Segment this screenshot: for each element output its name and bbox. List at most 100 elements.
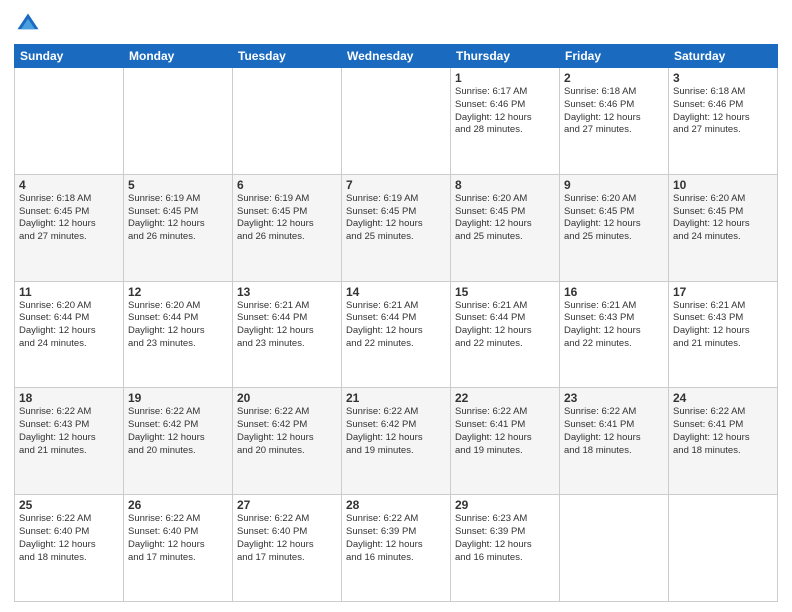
calendar-cell	[560, 495, 669, 602]
calendar-cell: 11Sunrise: 6:20 AM Sunset: 6:44 PM Dayli…	[15, 281, 124, 388]
calendar-cell: 1Sunrise: 6:17 AM Sunset: 6:46 PM Daylig…	[451, 68, 560, 175]
week-row-4: 18Sunrise: 6:22 AM Sunset: 6:43 PM Dayli…	[15, 388, 778, 495]
day-number: 21	[346, 391, 446, 405]
day-number: 4	[19, 178, 119, 192]
calendar-cell: 8Sunrise: 6:20 AM Sunset: 6:45 PM Daylig…	[451, 174, 560, 281]
day-number: 3	[673, 71, 773, 85]
week-row-2: 4Sunrise: 6:18 AM Sunset: 6:45 PM Daylig…	[15, 174, 778, 281]
day-detail: Sunrise: 6:20 AM Sunset: 6:45 PM Dayligh…	[564, 193, 664, 244]
day-detail: Sunrise: 6:22 AM Sunset: 6:40 PM Dayligh…	[237, 513, 337, 564]
calendar-cell: 19Sunrise: 6:22 AM Sunset: 6:42 PM Dayli…	[124, 388, 233, 495]
day-header-saturday: Saturday	[669, 45, 778, 68]
day-number: 20	[237, 391, 337, 405]
calendar-cell: 15Sunrise: 6:21 AM Sunset: 6:44 PM Dayli…	[451, 281, 560, 388]
day-detail: Sunrise: 6:22 AM Sunset: 6:40 PM Dayligh…	[19, 513, 119, 564]
day-number: 5	[128, 178, 228, 192]
calendar-cell: 5Sunrise: 6:19 AM Sunset: 6:45 PM Daylig…	[124, 174, 233, 281]
calendar-cell: 21Sunrise: 6:22 AM Sunset: 6:42 PM Dayli…	[342, 388, 451, 495]
calendar-cell: 23Sunrise: 6:22 AM Sunset: 6:41 PM Dayli…	[560, 388, 669, 495]
day-detail: Sunrise: 6:20 AM Sunset: 6:44 PM Dayligh…	[19, 300, 119, 351]
day-detail: Sunrise: 6:20 AM Sunset: 6:45 PM Dayligh…	[673, 193, 773, 244]
day-number: 23	[564, 391, 664, 405]
calendar-cell: 13Sunrise: 6:21 AM Sunset: 6:44 PM Dayli…	[233, 281, 342, 388]
day-number: 18	[19, 391, 119, 405]
day-number: 10	[673, 178, 773, 192]
day-detail: Sunrise: 6:22 AM Sunset: 6:40 PM Dayligh…	[128, 513, 228, 564]
day-detail: Sunrise: 6:22 AM Sunset: 6:42 PM Dayligh…	[346, 406, 446, 457]
day-header-wednesday: Wednesday	[342, 45, 451, 68]
calendar-cell: 6Sunrise: 6:19 AM Sunset: 6:45 PM Daylig…	[233, 174, 342, 281]
day-number: 19	[128, 391, 228, 405]
day-detail: Sunrise: 6:22 AM Sunset: 6:43 PM Dayligh…	[19, 406, 119, 457]
day-number: 8	[455, 178, 555, 192]
calendar-cell: 2Sunrise: 6:18 AM Sunset: 6:46 PM Daylig…	[560, 68, 669, 175]
calendar-cell: 24Sunrise: 6:22 AM Sunset: 6:41 PM Dayli…	[669, 388, 778, 495]
calendar-cell: 18Sunrise: 6:22 AM Sunset: 6:43 PM Dayli…	[15, 388, 124, 495]
calendar-header: SundayMondayTuesdayWednesdayThursdayFrid…	[15, 45, 778, 68]
day-header-sunday: Sunday	[15, 45, 124, 68]
header-row: SundayMondayTuesdayWednesdayThursdayFrid…	[15, 45, 778, 68]
day-number: 1	[455, 71, 555, 85]
day-detail: Sunrise: 6:18 AM Sunset: 6:46 PM Dayligh…	[673, 86, 773, 137]
week-row-3: 11Sunrise: 6:20 AM Sunset: 6:44 PM Dayli…	[15, 281, 778, 388]
day-number: 26	[128, 498, 228, 512]
day-detail: Sunrise: 6:19 AM Sunset: 6:45 PM Dayligh…	[237, 193, 337, 244]
calendar-cell: 14Sunrise: 6:21 AM Sunset: 6:44 PM Dayli…	[342, 281, 451, 388]
day-detail: Sunrise: 6:21 AM Sunset: 6:44 PM Dayligh…	[455, 300, 555, 351]
day-number: 11	[19, 285, 119, 299]
day-number: 14	[346, 285, 446, 299]
day-detail: Sunrise: 6:19 AM Sunset: 6:45 PM Dayligh…	[346, 193, 446, 244]
day-header-monday: Monday	[124, 45, 233, 68]
calendar-table: SundayMondayTuesdayWednesdayThursdayFrid…	[14, 44, 778, 602]
calendar-cell: 22Sunrise: 6:22 AM Sunset: 6:41 PM Dayli…	[451, 388, 560, 495]
calendar-cell	[124, 68, 233, 175]
calendar-cell: 29Sunrise: 6:23 AM Sunset: 6:39 PM Dayli…	[451, 495, 560, 602]
calendar-cell: 25Sunrise: 6:22 AM Sunset: 6:40 PM Dayli…	[15, 495, 124, 602]
day-detail: Sunrise: 6:21 AM Sunset: 6:43 PM Dayligh…	[673, 300, 773, 351]
day-header-thursday: Thursday	[451, 45, 560, 68]
day-number: 22	[455, 391, 555, 405]
day-detail: Sunrise: 6:17 AM Sunset: 6:46 PM Dayligh…	[455, 86, 555, 137]
day-number: 16	[564, 285, 664, 299]
day-detail: Sunrise: 6:22 AM Sunset: 6:42 PM Dayligh…	[237, 406, 337, 457]
calendar-cell: 4Sunrise: 6:18 AM Sunset: 6:45 PM Daylig…	[15, 174, 124, 281]
logo	[14, 10, 46, 38]
day-number: 28	[346, 498, 446, 512]
day-number: 2	[564, 71, 664, 85]
day-number: 25	[19, 498, 119, 512]
day-detail: Sunrise: 6:20 AM Sunset: 6:45 PM Dayligh…	[455, 193, 555, 244]
day-number: 27	[237, 498, 337, 512]
calendar-cell	[233, 68, 342, 175]
day-number: 15	[455, 285, 555, 299]
week-row-5: 25Sunrise: 6:22 AM Sunset: 6:40 PM Dayli…	[15, 495, 778, 602]
day-detail: Sunrise: 6:21 AM Sunset: 6:44 PM Dayligh…	[237, 300, 337, 351]
day-number: 24	[673, 391, 773, 405]
calendar-cell: 20Sunrise: 6:22 AM Sunset: 6:42 PM Dayli…	[233, 388, 342, 495]
header	[14, 10, 778, 38]
day-number: 13	[237, 285, 337, 299]
calendar-body: 1Sunrise: 6:17 AM Sunset: 6:46 PM Daylig…	[15, 68, 778, 602]
day-header-tuesday: Tuesday	[233, 45, 342, 68]
day-number: 6	[237, 178, 337, 192]
calendar-cell: 28Sunrise: 6:22 AM Sunset: 6:39 PM Dayli…	[342, 495, 451, 602]
day-detail: Sunrise: 6:22 AM Sunset: 6:41 PM Dayligh…	[455, 406, 555, 457]
day-detail: Sunrise: 6:22 AM Sunset: 6:39 PM Dayligh…	[346, 513, 446, 564]
day-detail: Sunrise: 6:22 AM Sunset: 6:41 PM Dayligh…	[564, 406, 664, 457]
calendar-cell: 10Sunrise: 6:20 AM Sunset: 6:45 PM Dayli…	[669, 174, 778, 281]
day-number: 17	[673, 285, 773, 299]
logo-icon	[14, 10, 42, 38]
day-number: 29	[455, 498, 555, 512]
day-detail: Sunrise: 6:22 AM Sunset: 6:42 PM Dayligh…	[128, 406, 228, 457]
calendar-cell: 27Sunrise: 6:22 AM Sunset: 6:40 PM Dayli…	[233, 495, 342, 602]
day-detail: Sunrise: 6:21 AM Sunset: 6:44 PM Dayligh…	[346, 300, 446, 351]
day-detail: Sunrise: 6:21 AM Sunset: 6:43 PM Dayligh…	[564, 300, 664, 351]
day-header-friday: Friday	[560, 45, 669, 68]
day-detail: Sunrise: 6:18 AM Sunset: 6:46 PM Dayligh…	[564, 86, 664, 137]
calendar-cell: 26Sunrise: 6:22 AM Sunset: 6:40 PM Dayli…	[124, 495, 233, 602]
day-detail: Sunrise: 6:19 AM Sunset: 6:45 PM Dayligh…	[128, 193, 228, 244]
day-detail: Sunrise: 6:22 AM Sunset: 6:41 PM Dayligh…	[673, 406, 773, 457]
calendar-cell: 16Sunrise: 6:21 AM Sunset: 6:43 PM Dayli…	[560, 281, 669, 388]
week-row-1: 1Sunrise: 6:17 AM Sunset: 6:46 PM Daylig…	[15, 68, 778, 175]
calendar-cell	[669, 495, 778, 602]
page: SundayMondayTuesdayWednesdayThursdayFrid…	[0, 0, 792, 612]
